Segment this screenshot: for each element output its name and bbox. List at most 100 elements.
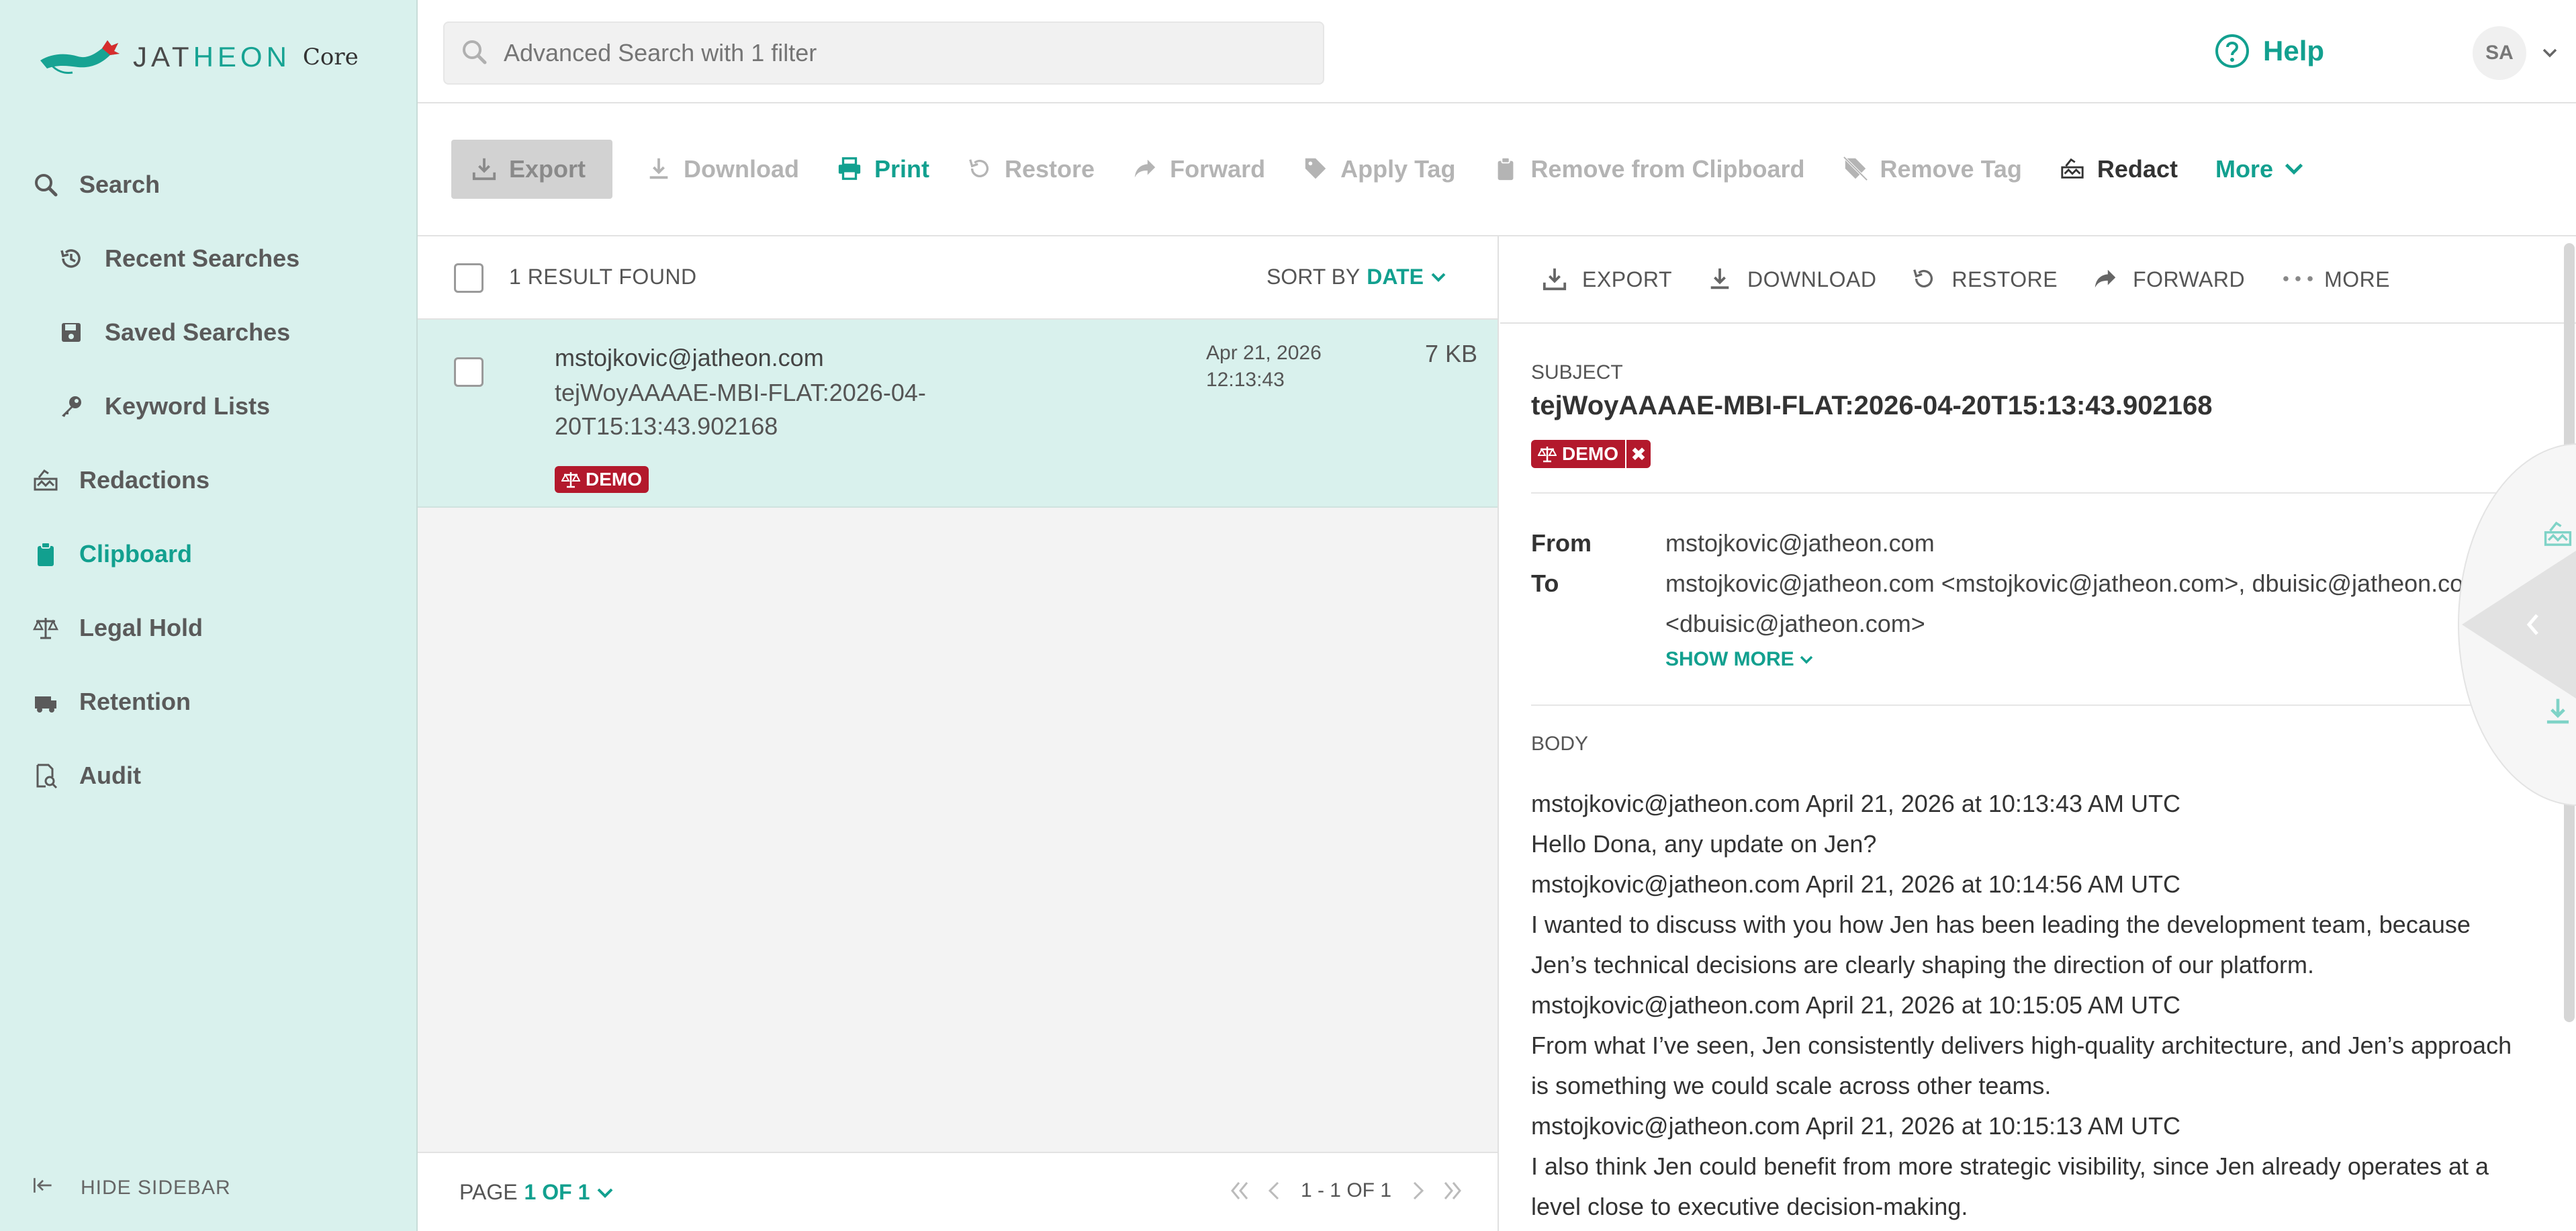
download-tray-icon xyxy=(1542,266,1569,293)
sidebar-item-label: Redactions xyxy=(79,466,210,494)
preview-download-button[interactable]: DOWNLOAD xyxy=(1707,266,1876,293)
divider xyxy=(1531,704,2532,706)
sidebar-item-legal-hold[interactable]: Legal Hold xyxy=(0,591,416,665)
forward-button[interactable]: Forward xyxy=(1132,155,1265,183)
sidebar-item-redactions[interactable]: Redactions xyxy=(0,443,416,517)
sidebar-item-search[interactable]: Search xyxy=(0,148,416,222)
redact-button[interactable]: Redact xyxy=(2060,155,2178,183)
page-selector[interactable]: PAGE 1 OF 1 xyxy=(459,1180,615,1205)
preview-restore-button[interactable]: RESTORE xyxy=(1911,266,2058,293)
sidebar-nav: Search Recent Searches Saved Searches Ke… xyxy=(0,148,416,813)
message-headers: From mstojkovic@jatheon.com To mstojkovi… xyxy=(1531,523,2532,644)
more-label: More xyxy=(2215,155,2273,183)
body-line: mstojkovic@jatheon.com April 21, 2026 at… xyxy=(1531,870,2181,898)
restore-icon xyxy=(967,156,994,183)
download-icon xyxy=(1707,266,1734,293)
body-line: mstojkovic@jatheon.com April 21, 2026 at… xyxy=(1531,991,2181,1019)
page-prefix: PAGE xyxy=(459,1180,518,1204)
preview-forward-label: FORWARD xyxy=(2133,267,2246,291)
sidebar-item-saved-searches[interactable]: Saved Searches xyxy=(0,295,416,369)
to-value: mstojkovic@jatheon.com <mstojkovic@jathe… xyxy=(1665,569,2484,637)
prev-page-icon[interactable] xyxy=(1260,1177,1287,1204)
sidebar-item-retention[interactable]: Retention xyxy=(0,665,416,739)
sort-dropdown[interactable]: SORT BY DATE xyxy=(1267,265,1448,289)
last-page-icon[interactable] xyxy=(1440,1177,1467,1204)
preview-export-button[interactable]: EXPORT xyxy=(1542,266,1672,293)
select-all-checkbox[interactable] xyxy=(454,263,484,293)
search-icon xyxy=(31,170,60,199)
export-button[interactable]: Export xyxy=(451,140,613,199)
remove-from-clipboard-button[interactable]: Remove from Clipboard xyxy=(1493,155,1805,183)
avatar[interactable]: SA xyxy=(2473,26,2526,80)
download-icon xyxy=(646,156,673,183)
show-more-button[interactable]: SHOW MORE xyxy=(1665,648,2532,671)
first-page-icon[interactable] xyxy=(1226,1177,1252,1204)
redact-icon xyxy=(2060,156,2086,183)
action-toolbar: Export Download Print Restore Forward Ap… xyxy=(418,103,2576,236)
remove-tag-label: Remove Tag xyxy=(1880,155,2022,183)
body-label: BODY xyxy=(1531,733,1589,755)
sidebar-item-audit[interactable]: Audit xyxy=(0,739,416,813)
help-label: Help xyxy=(2263,35,2325,66)
sidebar-item-label: Retention xyxy=(79,688,191,715)
remove-from-clipboard-label: Remove from Clipboard xyxy=(1530,155,1805,183)
logo[interactable]: JATHEON Core xyxy=(38,34,359,81)
preview-more-label: MORE xyxy=(2324,267,2391,291)
collapse-wheel-icon[interactable] xyxy=(2462,551,2576,698)
remove-tag-button[interactable]: Remove Tag xyxy=(1843,155,2022,183)
demo-tag[interactable]: DEMO xyxy=(1531,440,1625,468)
download-button[interactable]: Download xyxy=(646,155,799,183)
search-box[interactable] xyxy=(443,21,1324,85)
preview-toolbar: EXPORT DOWNLOAD RESTORE FORWARD MORE xyxy=(1500,236,2576,324)
preview-more-button[interactable]: MORE xyxy=(2280,266,2390,293)
tag-icon xyxy=(1303,156,1330,183)
more-dots-icon xyxy=(2280,266,2316,293)
help-button[interactable]: Help xyxy=(2213,32,2324,70)
message-body: mstojkovic@jatheon.com April 21, 2026 at… xyxy=(1531,784,2532,1227)
help-icon xyxy=(2215,34,2249,68)
history-icon xyxy=(56,244,86,273)
to-label: To xyxy=(1531,569,1559,597)
app-root: JATHEON Core Search Recent Searches Save… xyxy=(0,0,2576,1231)
retention-icon xyxy=(31,687,60,717)
demo-tag[interactable]: DEMO xyxy=(555,466,649,493)
apply-tag-button[interactable]: Apply Tag xyxy=(1303,155,1455,183)
body-line: I also think Jen could benefit from more… xyxy=(1531,1152,2489,1220)
row-date-time: 12:13:43 xyxy=(1206,369,1285,391)
row-date-day: Apr 21, 2026 xyxy=(1206,342,1322,364)
page-value: 1 OF 1 xyxy=(524,1180,590,1204)
scale-icon xyxy=(31,613,60,643)
sidebar-item-label: Keyword Lists xyxy=(105,392,271,420)
sidebar: JATHEON Core Search Recent Searches Save… xyxy=(0,0,418,1231)
restore-label: Restore xyxy=(1005,155,1095,183)
next-page-icon[interactable] xyxy=(1405,1177,1432,1204)
tag-label: DEMO xyxy=(586,469,642,490)
download-icon[interactable] xyxy=(2542,696,2573,727)
tag-slash-icon xyxy=(1843,156,1870,183)
sidebar-item-label: Search xyxy=(79,171,160,198)
search-input[interactable] xyxy=(504,39,1309,67)
redact-icon[interactable] xyxy=(2542,518,2573,549)
sidebar-item-clipboard[interactable]: Clipboard xyxy=(0,517,416,591)
pagination: PAGE 1 OF 1 1 - 1 OF 1 xyxy=(418,1152,1498,1231)
from-label: From xyxy=(1531,529,1592,557)
page-range: 1 - 1 OF 1 xyxy=(1300,1179,1391,1201)
print-button[interactable]: Print xyxy=(837,155,929,183)
message-preview: EXPORT DOWNLOAD RESTORE FORWARD MORE SUB… xyxy=(1500,236,2576,1231)
row-checkbox[interactable] xyxy=(454,357,484,387)
restore-button[interactable]: Restore xyxy=(967,155,1095,183)
more-menu-button[interactable]: More xyxy=(2215,155,2308,183)
remove-tag-icon[interactable]: ✖ xyxy=(1625,440,1651,468)
hide-sidebar-button[interactable]: HIDE SIDEBAR xyxy=(31,1161,231,1215)
restore-icon xyxy=(1911,266,1938,293)
row-size: 7 KB xyxy=(1424,340,1477,367)
audit-icon xyxy=(31,761,60,790)
chevron-down-icon[interactable] xyxy=(2538,42,2561,64)
result-row[interactable]: mstojkovic@jatheon.com tejWoyAAAAE-MBI-F… xyxy=(418,320,1498,508)
sidebar-item-keyword-lists[interactable]: Keyword Lists xyxy=(0,369,416,443)
tag-label: DEMO xyxy=(1562,443,1618,464)
sidebar-item-recent-searches[interactable]: Recent Searches xyxy=(0,222,416,295)
save-icon xyxy=(56,318,86,347)
demo-tag-removable: DEMO ✖ xyxy=(1531,440,1651,468)
preview-forward-button[interactable]: FORWARD xyxy=(2092,266,2245,293)
